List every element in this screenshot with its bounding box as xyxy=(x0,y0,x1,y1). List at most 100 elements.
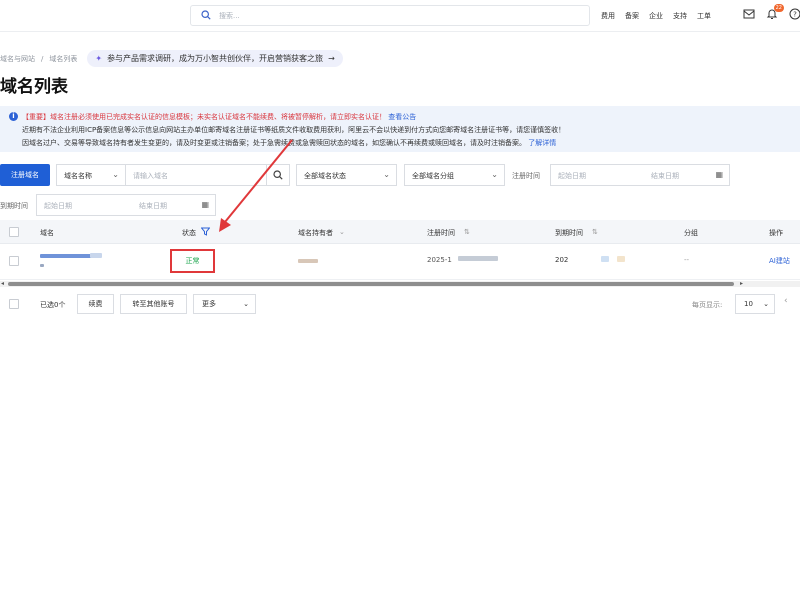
holder-sort-icon[interactable]: ⌄ xyxy=(339,228,345,236)
global-search[interactable]: 搜索... xyxy=(190,5,590,26)
holder-redacted xyxy=(298,259,318,263)
top-bar: 搜索... 费用 备案 企业 支持 工单 22 ? xyxy=(0,0,800,32)
survey-promo-text: 参与产品需求调研，成为万小智共创伙伴，开启营销获客之旅 xyxy=(107,54,324,63)
sort-icon[interactable]: ⇅ xyxy=(592,228,598,236)
arrow-right-icon: → xyxy=(328,54,335,63)
row-checkbox[interactable] xyxy=(9,256,19,266)
top-nav: 费用 备案 企业 支持 工单 xyxy=(601,11,711,21)
nav-ticket[interactable]: 工单 xyxy=(697,11,711,21)
expire-end-date[interactable]: 结束日期 xyxy=(139,201,167,211)
column-domain: 域名 xyxy=(40,229,54,237)
notice-line-3: 因域名过户、交易等导致域名持有者发生变更的，请及时变更或注销备案；处于急需续费或… xyxy=(22,138,556,148)
nav-billing[interactable]: 费用 xyxy=(601,11,615,21)
transfer-account-button[interactable]: 转至其他账号 xyxy=(120,294,187,314)
domain-name-redacted[interactable] xyxy=(40,254,92,258)
filter-icon[interactable] xyxy=(200,227,211,238)
expire-time-value: 202 xyxy=(555,256,569,264)
breadcrumb-domain-list: 域名列表 xyxy=(49,54,78,63)
page-title: 域名列表 xyxy=(0,77,68,97)
expire-time-redacted xyxy=(601,256,609,262)
ai-build-site-link[interactable]: AI建站 xyxy=(769,256,790,266)
breadcrumb-separator: / xyxy=(41,54,44,63)
expire-time-label: 到期时间 xyxy=(0,202,28,210)
nav-support[interactable]: 支持 xyxy=(673,11,687,21)
sort-icon[interactable]: ⇅ xyxy=(464,228,470,236)
chevron-down-icon: ⌄ xyxy=(491,170,498,179)
more-actions-select[interactable]: 更多 ⌄ xyxy=(193,294,256,314)
chevron-down-icon: ⌄ xyxy=(112,170,119,179)
per-page-value: 10 xyxy=(744,300,753,308)
expire-date-range[interactable]: 起始日期 结束日期 ▦ xyxy=(36,194,216,216)
column-register-time: 注册时间 xyxy=(427,229,455,237)
search-icon xyxy=(201,10,211,22)
survey-promo[interactable]: ✦ 参与产品需求调研，成为万小智共创伙伴，开启营销获客之旅 → xyxy=(87,50,343,67)
chevron-down-icon: ⌄ xyxy=(383,170,390,179)
more-actions-label: 更多 xyxy=(202,300,216,308)
column-expire-time: 到期时间 xyxy=(555,229,583,237)
domain-search-button[interactable] xyxy=(266,164,290,186)
domain-search-placeholder: 请输入域名 xyxy=(133,172,168,180)
filter-toolbar-row-2: 到期时间 起始日期 结束日期 ▦ xyxy=(0,194,800,216)
column-holder: 域名持有者 xyxy=(298,229,333,237)
per-page-select[interactable]: 10 ⌄ xyxy=(735,294,775,314)
table-header: 域名 状态 域名持有者 ⌄ 注册时间 ⇅ 到期时间 ⇅ 分组 操作 xyxy=(0,220,800,244)
chevron-down-icon: ⌄ xyxy=(763,300,769,308)
nav-enterprise[interactable]: 企业 xyxy=(649,11,663,21)
register-domain-button[interactable]: 注册域名 xyxy=(0,164,50,186)
learn-more-link[interactable]: 了解详情 xyxy=(528,139,556,147)
global-search-placeholder: 搜索... xyxy=(219,12,240,20)
scroll-left-icon[interactable]: ◂ xyxy=(1,280,4,287)
select-all-checkbox[interactable] xyxy=(9,227,19,237)
selected-count: 已选0个 xyxy=(40,301,66,309)
domain-group-select[interactable]: 全部域名分组 ⌄ xyxy=(404,164,505,186)
nav-icp[interactable]: 备案 xyxy=(625,11,639,21)
scroll-right-icon[interactable]: ▸ xyxy=(740,280,743,287)
table-row: 正常 2025-1 202 -- AI建站 xyxy=(0,244,800,280)
message-icon[interactable] xyxy=(742,8,756,22)
domain-name-redacted xyxy=(40,264,44,267)
register-start-date[interactable]: 起始日期 xyxy=(558,171,586,181)
domain-search-input[interactable]: 请输入域名 xyxy=(125,164,267,186)
register-time-label: 注册时间 xyxy=(512,172,540,180)
sparkle-icon: ✦ xyxy=(95,54,103,63)
breadcrumb: 域名与网站 / 域名列表 ✦ 参与产品需求调研，成为万小智共创伙伴，开启营销获客… xyxy=(0,50,343,67)
view-announcement-link[interactable]: 查看公告 xyxy=(388,113,416,121)
breadcrumb-domains-websites[interactable]: 域名与网站 xyxy=(0,54,35,64)
domain-group-select-value: 全部域名分组 xyxy=(412,172,454,180)
chevron-down-icon: ⌄ xyxy=(243,300,249,308)
top-icons: 22 ? xyxy=(742,4,800,22)
scrollbar-thumb[interactable] xyxy=(8,282,734,286)
domain-status-select[interactable]: 全部域名状态 ⌄ xyxy=(296,164,397,186)
search-icon xyxy=(273,170,283,182)
notice-line-1: 【重要】域名注册必须使用已完成实名认证的信息模板；未实名认证域名不能续费、将被暂… xyxy=(22,112,416,122)
horizontal-scrollbar[interactable]: ◂ ▸ xyxy=(0,280,800,287)
footer-select-all-checkbox[interactable] xyxy=(9,299,19,309)
notice-important-text: 【重要】域名注册必须使用已完成实名认证的信息模板；未实名认证域名不能续费、将被暂… xyxy=(22,113,386,121)
notice-line-3-text: 因域名过户、交易等导致域名持有者发生变更的，请及时变更或注销备案；处于急需续费或… xyxy=(22,139,526,147)
table-footer: 已选0个 续费 转至其他账号 更多 ⌄ 每页显示: 10 ⌄ ‹ xyxy=(0,292,800,316)
calendar-icon: ▦ xyxy=(715,170,723,179)
register-time-value: 2025-1 xyxy=(427,256,452,264)
expire-time-redacted xyxy=(617,256,625,262)
status-badge: 正常 xyxy=(170,249,215,273)
prev-page-icon[interactable]: ‹ xyxy=(784,296,788,306)
bell-icon[interactable]: 22 xyxy=(765,4,784,22)
info-icon: i xyxy=(9,112,18,121)
register-date-range[interactable]: 起始日期 结束日期 ▦ xyxy=(550,164,730,186)
column-action: 操作 xyxy=(769,229,783,237)
filter-toolbar: 注册域名 域名名称 ⌄ 请输入域名 全部域名状态 ⌄ 全部域名分组 ⌄ 注册时间… xyxy=(0,164,800,186)
renew-button[interactable]: 续费 xyxy=(77,294,114,314)
domain-name-select[interactable]: 域名名称 ⌄ xyxy=(56,164,126,186)
register-end-date[interactable]: 结束日期 xyxy=(651,171,679,181)
notice-banner: i 【重要】域名注册必须使用已完成实名认证的信息模板；未实名认证域名不能续费、将… xyxy=(0,106,800,152)
domain-name-redacted xyxy=(90,253,102,258)
group-value: -- xyxy=(684,256,690,264)
per-page-label: 每页显示: xyxy=(692,301,723,309)
calendar-icon: ▦ xyxy=(201,200,209,209)
help-icon[interactable]: ? xyxy=(788,8,800,22)
notice-line-2: 近期有不法企业利用ICP备案信息等公示信息向网站主办单位邮寄域名注册证书等纸质文… xyxy=(22,126,566,134)
svg-text:?: ? xyxy=(793,11,797,19)
domain-name-select-value: 域名名称 xyxy=(64,172,92,180)
column-status: 状态 xyxy=(182,229,196,237)
expire-start-date[interactable]: 起始日期 xyxy=(44,201,72,211)
